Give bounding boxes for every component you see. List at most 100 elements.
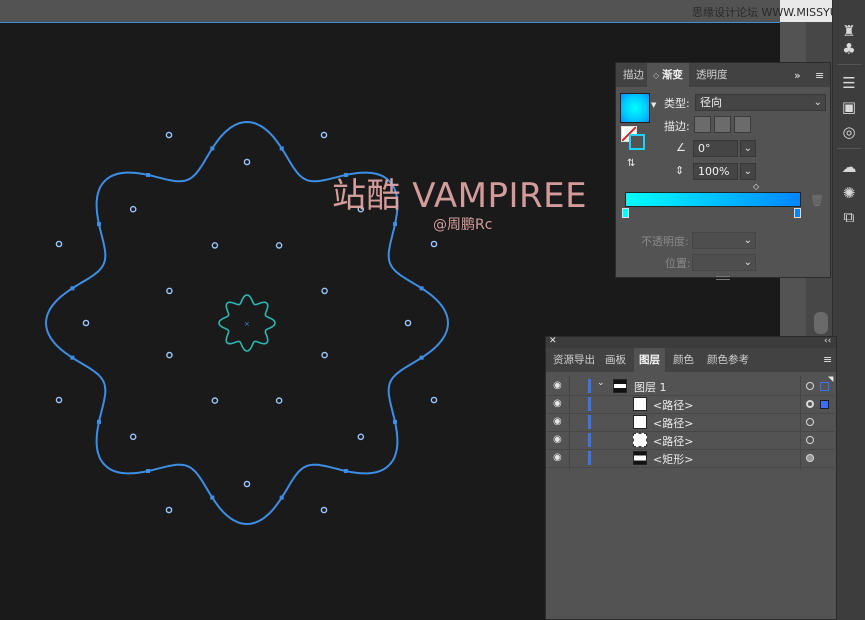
- handle-point[interactable]: [166, 351, 173, 359]
- visibility-eye-icon[interactable]: ◉: [553, 398, 562, 409]
- handle-point[interactable]: [357, 433, 365, 441]
- tab-asset-export[interactable]: 资源导出: [548, 348, 600, 372]
- anchor-point[interactable]: [146, 173, 151, 177]
- collapse-panel-icon[interactable]: »: [794, 69, 801, 82]
- gradient-slider-bar[interactable]: [625, 192, 801, 207]
- stroke-along-button[interactable]: [714, 116, 731, 133]
- stroke-gradient-icon[interactable]: [629, 134, 645, 150]
- anchor-point[interactable]: [146, 469, 151, 473]
- handle-point[interactable]: [321, 351, 328, 359]
- swatch-dropdown-icon[interactable]: ▼: [651, 101, 656, 109]
- anchor-point[interactable]: [70, 355, 75, 360]
- position-dropdown[interactable]: ⌄: [692, 254, 756, 271]
- handle-point[interactable]: [321, 287, 328, 295]
- layer-name[interactable]: 图层 1: [634, 379, 667, 395]
- handle-point[interactable]: [320, 506, 328, 514]
- tab-transparency[interactable]: 透明度: [690, 63, 734, 87]
- handle-point[interactable]: [165, 131, 173, 139]
- gradient-panel-icon[interactable]: ▣: [838, 96, 860, 118]
- anchor-point[interactable]: [210, 146, 215, 151]
- delete-stop-icon[interactable]: 🗑: [810, 194, 824, 207]
- target-circle-icon[interactable]: [806, 400, 814, 408]
- target-circle-icon[interactable]: [806, 382, 814, 390]
- angle-value: 0°: [698, 142, 711, 155]
- selection-indicator[interactable]: [820, 382, 829, 391]
- reverse-gradient-icon[interactable]: ⇅: [627, 158, 635, 169]
- visibility-eye-icon[interactable]: ◉: [553, 380, 562, 391]
- panel-resize-grip[interactable]: [716, 276, 730, 280]
- target-circle-icon[interactable]: [806, 436, 814, 444]
- close-icon[interactable]: ✕: [549, 336, 557, 346]
- handle-point[interactable]: [275, 397, 283, 404]
- handle-point[interactable]: [165, 506, 173, 514]
- handle-point[interactable]: [55, 240, 63, 248]
- handle-point[interactable]: [129, 433, 137, 441]
- handle-point[interactable]: [320, 131, 328, 139]
- gradient-stop-end[interactable]: [794, 208, 801, 218]
- collapse-icon[interactable]: ‹‹: [824, 336, 831, 346]
- libraries-icon[interactable]: ☁: [838, 156, 860, 178]
- align-icon[interactable]: ☰: [838, 72, 860, 94]
- handle-point[interactable]: [430, 396, 438, 404]
- anchor-point[interactable]: [97, 222, 101, 227]
- anchor-point[interactable]: [97, 419, 101, 424]
- tab-gradient[interactable]: ◇ 渐变: [647, 63, 689, 87]
- path-name[interactable]: <路径>: [653, 397, 693, 413]
- handle-point[interactable]: [55, 396, 63, 404]
- handle-point[interactable]: [211, 242, 219, 249]
- path-name[interactable]: <路径>: [653, 433, 693, 449]
- handle-point[interactable]: [404, 319, 412, 327]
- target-circle-icon[interactable]: [806, 454, 814, 462]
- selection-indicator[interactable]: [820, 400, 829, 409]
- anchor-point[interactable]: [279, 146, 284, 151]
- tab-stroke[interactable]: 描边: [617, 63, 650, 87]
- chevron-down-icon[interactable]: ⌄: [597, 378, 605, 388]
- tab-layers[interactable]: 图层: [634, 348, 665, 372]
- dock-scroll-thumb[interactable]: [814, 312, 828, 334]
- type-label: 类型:: [664, 97, 690, 110]
- tab-color[interactable]: 颜色: [668, 348, 699, 372]
- panel-menu-icon[interactable]: ≡: [823, 353, 832, 366]
- type-dropdown[interactable]: 径向 ⌄: [695, 94, 826, 111]
- aspect-ratio-input[interactable]: 100%: [693, 163, 738, 180]
- anchor-point[interactable]: [419, 355, 424, 360]
- stroke-across-button[interactable]: [734, 116, 751, 133]
- gradient-stop-start[interactable]: [622, 208, 629, 218]
- angle-dropdown[interactable]: ⌄: [740, 140, 756, 157]
- anchor-point[interactable]: [419, 286, 424, 291]
- anchor-point[interactable]: [279, 495, 284, 500]
- handle-point[interactable]: [129, 205, 137, 213]
- tab-artboards[interactable]: 画板: [600, 348, 631, 372]
- stroke-within-button[interactable]: [694, 116, 711, 133]
- visibility-eye-icon[interactable]: ◉: [553, 416, 562, 427]
- visibility-eye-icon[interactable]: ◉: [553, 434, 562, 445]
- visibility-eye-icon[interactable]: ◉: [553, 452, 562, 463]
- path-name[interactable]: <路径>: [653, 415, 693, 431]
- handle-point[interactable]: [166, 287, 173, 295]
- handle-point[interactable]: [82, 319, 90, 327]
- anchor-point[interactable]: [70, 286, 75, 291]
- panel-menu-icon[interactable]: ≡: [815, 69, 824, 82]
- tab-color-guide[interactable]: 颜色参考: [702, 348, 754, 372]
- transparency-icon[interactable]: ◎: [838, 121, 860, 143]
- anchor-point[interactable]: [343, 469, 348, 473]
- handle-point[interactable]: [211, 397, 219, 404]
- anchor-point[interactable]: [393, 222, 397, 227]
- handle-point[interactable]: [243, 158, 251, 166]
- handle-point[interactable]: [275, 242, 283, 249]
- handle-point[interactable]: [430, 240, 438, 248]
- opacity-dropdown[interactable]: ⌄: [692, 232, 756, 249]
- anchor-point[interactable]: [393, 419, 397, 424]
- layer-color-bar: [588, 451, 591, 465]
- transform-icon[interactable]: ⧉: [838, 206, 860, 228]
- rectangle-name[interactable]: <矩形>: [653, 451, 693, 467]
- angle-input[interactable]: 0°: [693, 140, 738, 157]
- symbols-icon[interactable]: ♣: [838, 38, 860, 60]
- handle-point[interactable]: [243, 480, 251, 488]
- appearance-icon[interactable]: ✺: [838, 182, 860, 204]
- gradient-preview-swatch[interactable]: [620, 93, 650, 123]
- midpoint-diamond[interactable]: ◇: [753, 182, 759, 191]
- aspect-dropdown[interactable]: ⌄: [740, 163, 756, 180]
- anchor-point[interactable]: [210, 495, 215, 500]
- target-circle-icon[interactable]: [806, 418, 814, 426]
